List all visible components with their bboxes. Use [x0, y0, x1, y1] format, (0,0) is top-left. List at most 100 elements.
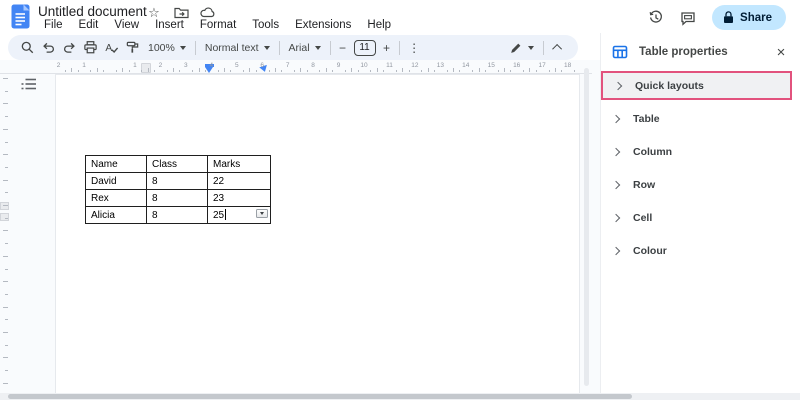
print-icon[interactable] — [80, 37, 101, 58]
table-column-marker[interactable] — [141, 63, 151, 73]
table-row: Rex 8 23 — [85, 189, 271, 207]
horizontal-scrollbar-track — [0, 393, 800, 400]
table-cell[interactable]: 25 — [207, 206, 271, 224]
section-table[interactable]: Table — [601, 102, 800, 135]
lock-icon — [724, 11, 734, 23]
font-size-decrease-button[interactable]: − — [335, 41, 351, 55]
undo-icon[interactable] — [38, 37, 59, 58]
ruler-number: 4 — [209, 62, 214, 69]
editing-mode-select[interactable] — [504, 37, 539, 58]
section-quick-layouts[interactable]: Quick layouts — [601, 71, 792, 100]
section-row[interactable]: Row — [601, 168, 800, 201]
svg-text:A: A — [105, 43, 112, 54]
zoom-value: 100% — [148, 41, 175, 54]
vertical-ruler — [0, 74, 10, 393]
table-row: David 8 22 — [85, 172, 271, 190]
paint-format-icon[interactable] — [122, 37, 143, 58]
chevron-down-icon — [528, 45, 534, 50]
document-table: Name Class Marks David 8 22 Rex 8 23 Ali… — [85, 155, 271, 224]
ruler-number: 1 — [82, 62, 86, 69]
menu-edit[interactable]: Edit — [71, 18, 107, 33]
ruler-number: 8 — [311, 62, 315, 69]
chevron-down-icon — [179, 45, 186, 50]
table-row: Alicia 8 25 — [85, 206, 271, 224]
ruler-number: 14 — [462, 62, 470, 69]
ruler-number: 7 — [285, 62, 290, 69]
version-history-icon[interactable] — [648, 10, 664, 26]
menu-extensions[interactable]: Extensions — [287, 18, 359, 33]
horizontal-scrollbar[interactable] — [8, 394, 632, 399]
ruler-number: 13 — [436, 62, 444, 69]
text-cursor — [224, 209, 226, 220]
chevron-right-icon — [611, 180, 621, 189]
table-cell[interactable]: 8 — [146, 172, 208, 190]
ruler-number: 6 — [260, 62, 264, 69]
ruler-number: 2 — [56, 62, 61, 69]
menu-format[interactable]: Format — [192, 18, 244, 33]
top-bar: Untitled document ☆ File Edit View Inser… — [0, 0, 800, 34]
comments-icon[interactable] — [680, 10, 696, 26]
font-select[interactable]: Arial — [284, 37, 326, 58]
pen-icon — [511, 43, 521, 53]
menu-tools[interactable]: Tools — [244, 18, 287, 33]
table-cell[interactable]: Name — [85, 155, 147, 173]
hide-menus-button[interactable] — [548, 37, 569, 58]
table-row-marker[interactable] — [0, 202, 9, 210]
document-page[interactable]: Name Class Marks David 8 22 Rex 8 23 Ali… — [55, 74, 580, 393]
close-icon[interactable]: × — [773, 45, 789, 60]
menu-file[interactable]: File — [36, 18, 71, 33]
font-size-increase-button[interactable]: + — [379, 41, 395, 55]
ruler-number: 17 — [538, 62, 546, 69]
show-outline-icon[interactable] — [21, 77, 39, 93]
more-options-icon[interactable]: ⋮ — [404, 37, 425, 58]
chevron-up-icon — [552, 43, 563, 54]
chevron-down-icon — [314, 45, 321, 50]
section-colour[interactable]: Colour — [601, 234, 800, 267]
table-cell[interactable]: 8 — [146, 206, 208, 224]
redo-icon[interactable] — [59, 37, 80, 58]
table-cell[interactable]: David — [85, 172, 147, 190]
ruler-number: 2 — [158, 62, 163, 69]
ruler-number: 5 — [234, 62, 239, 69]
ruler-number: 3 — [184, 62, 188, 69]
chevron-down-icon — [260, 212, 264, 215]
section-column[interactable]: Column — [601, 135, 800, 168]
zoom-select[interactable]: 100% — [143, 37, 191, 58]
vertical-scrollbar[interactable] — [584, 68, 589, 386]
docs-logo-icon[interactable] — [11, 4, 30, 34]
font-value: Arial — [288, 41, 310, 54]
table-cell[interactable]: Marks — [207, 155, 271, 173]
horizontal-ruler: 1 2 3 4 5 6 7 8 9 10 11 12 13 14 15 16 17 18 2 1 — [0, 61, 592, 74]
section-cell[interactable]: Cell — [601, 201, 800, 234]
search-icon[interactable] — [17, 37, 38, 58]
share-button[interactable]: Share — [712, 5, 786, 30]
paragraph-style-select[interactable]: Normal text — [200, 37, 275, 58]
table-cell[interactable]: 23 — [207, 189, 271, 207]
ruler-number: 10 — [360, 62, 368, 69]
chevron-right-icon — [611, 213, 621, 222]
table-cell[interactable]: 8 — [146, 189, 208, 207]
menu-bar: File Edit View Insert Format Tools Exten… — [36, 18, 399, 33]
menu-view[interactable]: View — [106, 18, 147, 33]
chevron-right-icon — [611, 114, 621, 123]
panel-sections: Quick layouts Table Column Row Cell Colo… — [601, 71, 800, 267]
chevron-right-icon — [611, 147, 621, 156]
spellcheck-icon[interactable]: A — [101, 37, 122, 58]
active-cell-text: 25 — [213, 210, 225, 221]
table-cell[interactable]: Alicia — [85, 206, 147, 224]
chevron-right-icon — [611, 246, 621, 255]
menu-help[interactable]: Help — [359, 18, 399, 33]
cell-dropdown-button[interactable] — [256, 209, 268, 218]
ruler-number: 18 — [563, 62, 572, 69]
table-cell[interactable]: Class — [146, 155, 208, 173]
table-icon — [612, 45, 628, 59]
document-title[interactable]: Untitled document — [38, 4, 147, 19]
chevron-right-icon — [613, 81, 623, 90]
table-cell[interactable]: Rex — [85, 189, 147, 207]
font-size-input[interactable]: 11 — [353, 39, 376, 56]
table-cell[interactable]: 22 — [207, 172, 271, 190]
table-header-row: Name Class Marks — [85, 155, 271, 173]
paragraph-style-value: Normal text — [204, 41, 259, 54]
menu-insert[interactable]: Insert — [147, 18, 192, 33]
chevron-down-icon — [263, 45, 270, 50]
